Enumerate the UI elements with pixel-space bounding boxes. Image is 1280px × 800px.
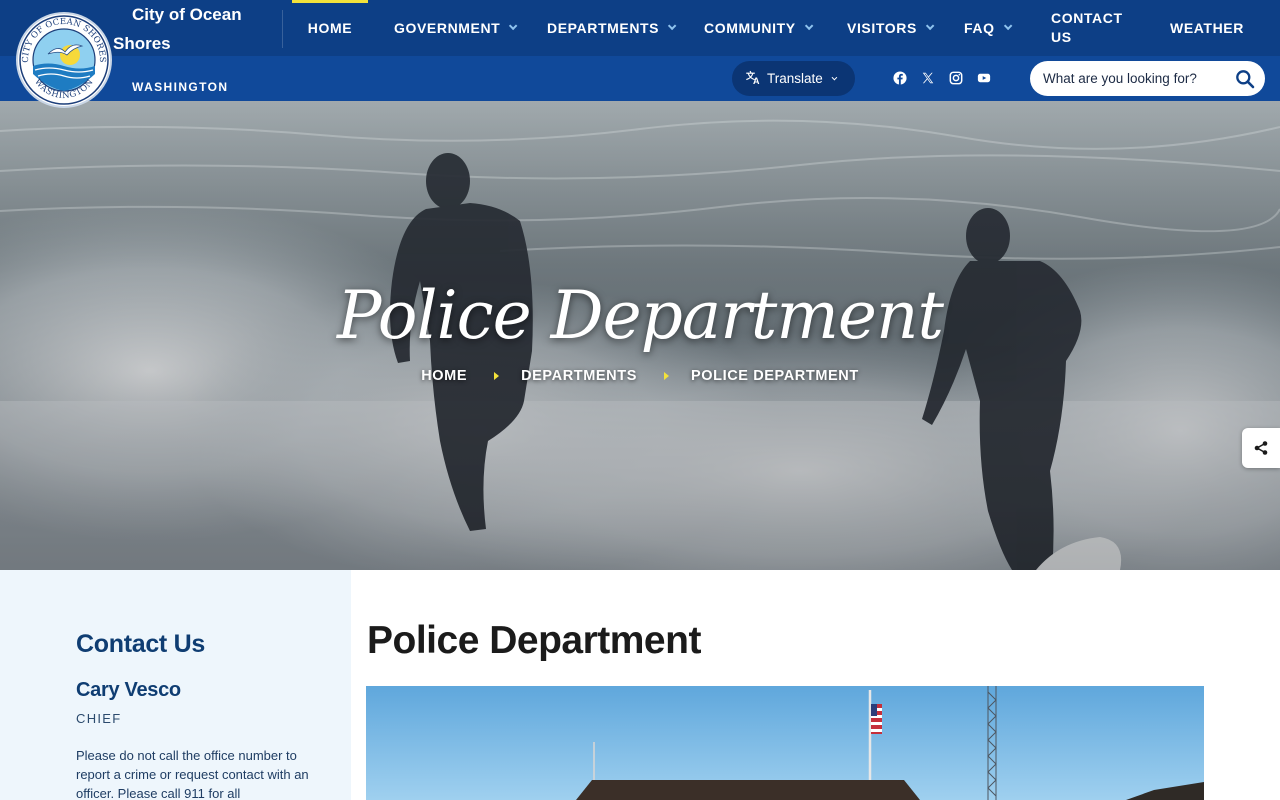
- nav-home[interactable]: HOME: [292, 0, 368, 56]
- contact-sidebar: Contact Us Cary Vesco CHIEF Please do no…: [0, 570, 351, 800]
- contact-name: Cary Vesco: [76, 679, 181, 701]
- breadcrumb: HOME DEPARTMENTS POLICE DEPARTMENT: [0, 368, 1280, 384]
- instagram-icon[interactable]: [948, 70, 964, 86]
- site-state: WASHINGTON: [132, 80, 229, 94]
- nav-visitors-label: VISITORS: [847, 20, 917, 36]
- share-button[interactable]: [1242, 428, 1280, 468]
- chevron-down-icon: [831, 74, 838, 80]
- site-name-line1: City of Ocean: [132, 5, 242, 24]
- nav-government[interactable]: GOVERNMENT: [394, 0, 518, 56]
- nav-divider: [282, 10, 283, 48]
- hero-title: Police Department: [336, 277, 944, 354]
- breadcrumb-departments[interactable]: DEPARTMENTS: [521, 368, 637, 384]
- nav-weather-label: WEATHER: [1170, 20, 1244, 36]
- nav-weather[interactable]: WEATHER: [1170, 0, 1244, 56]
- search-icon[interactable]: [1235, 69, 1255, 89]
- contact-note: Please do not call the office number to …: [76, 748, 309, 800]
- hero-banner: Police Department HOME DEPARTMENTS POLIC…: [0, 101, 1280, 570]
- breadcrumb-current: POLICE DEPARTMENT: [690, 368, 859, 384]
- nav-community[interactable]: COMMUNITY: [704, 0, 814, 56]
- nav-faq[interactable]: FAQ: [964, 0, 1012, 56]
- breadcrumb-separator-icon: [663, 372, 669, 380]
- sidebar-heading: Contact Us: [76, 630, 205, 658]
- nav-faq-label: FAQ: [964, 20, 995, 36]
- site-name-line2: Shores: [113, 34, 171, 53]
- translate-label: Translate: [767, 71, 823, 86]
- svg-text:A: A: [753, 76, 760, 85]
- search-box: [1030, 61, 1265, 96]
- police-station-photo: [366, 686, 1204, 800]
- youtube-icon[interactable]: [976, 70, 992, 86]
- nav-contact-label-line2: US: [1051, 29, 1072, 45]
- nav-home-label: HOME: [307, 20, 353, 36]
- facebook-icon[interactable]: [892, 70, 908, 86]
- translate-icon: 文A: [745, 69, 762, 88]
- nav-contact-us[interactable]: CONTACT US: [1051, 0, 1123, 56]
- x-icon[interactable]: [920, 70, 936, 86]
- nav-departments[interactable]: DEPARTMENTS: [547, 0, 677, 56]
- nav-government-label: GOVERNMENT: [394, 20, 501, 36]
- nav-visitors[interactable]: VISITORS: [847, 0, 935, 56]
- search-input[interactable]: [1030, 62, 1225, 95]
- breadcrumb-separator-icon: [494, 372, 500, 380]
- nav-contact-label-line1: CONTACT: [1051, 10, 1123, 26]
- page-title: Police Department: [367, 619, 701, 662]
- nav-departments-label: DEPARTMENTS: [547, 20, 660, 36]
- translate-button[interactable]: 文A Translate: [732, 61, 855, 96]
- contact-title: CHIEF: [76, 711, 122, 726]
- breadcrumb-home[interactable]: HOME: [421, 368, 467, 384]
- share-icon: [1254, 441, 1268, 455]
- city-seal-logo[interactable]: CITY OF OCEAN SHORES WASHINGTON: [16, 12, 112, 108]
- nav-community-label: COMMUNITY: [704, 20, 796, 36]
